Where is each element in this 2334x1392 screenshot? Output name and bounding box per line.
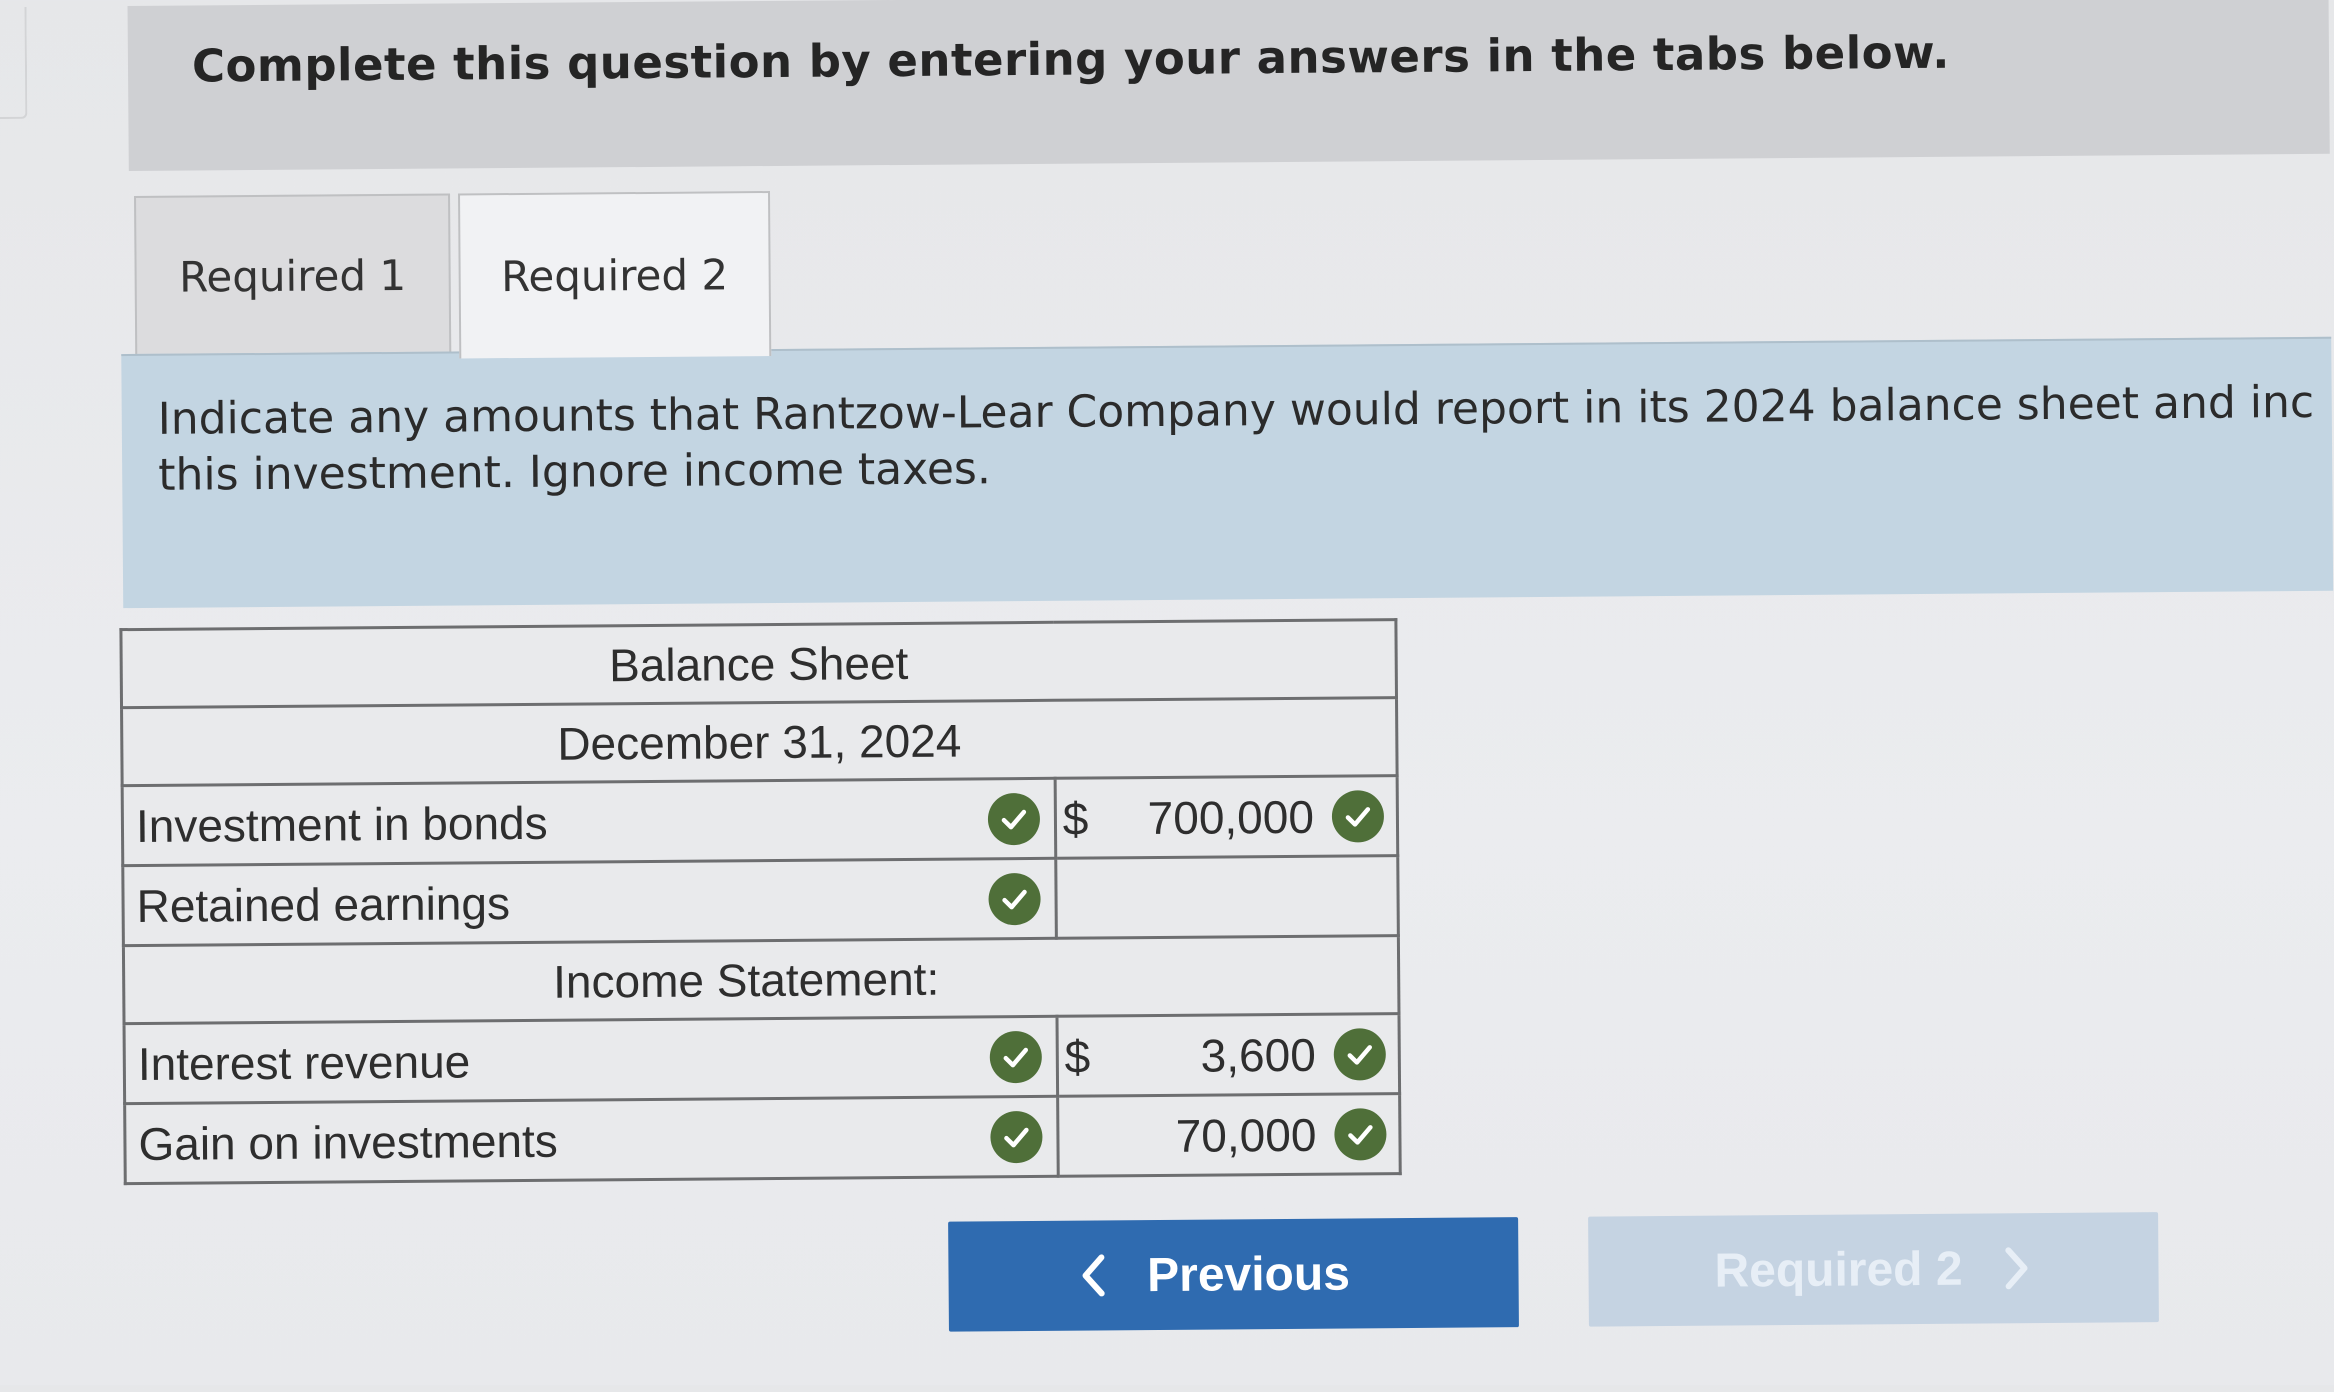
amount-input-interest-revenue[interactable]: $ 3,600: [1056, 1013, 1400, 1097]
instruction-bar: Complete this question by entering your …: [127, 0, 2330, 172]
previous-button[interactable]: Previous: [948, 1217, 1519, 1332]
amount-input-retained-earnings[interactable]: [1055, 855, 1399, 939]
check-correct-icon: [987, 792, 1040, 845]
tab-required-1[interactable]: Required 1: [134, 193, 452, 356]
chevron-right-icon: [2002, 1246, 2032, 1290]
amount-input-gain-on-investments[interactable]: 70,000: [1057, 1093, 1401, 1177]
previous-button-label: Previous: [1146, 1246, 1351, 1302]
page: Complete this question by entering your …: [0, 0, 2334, 1392]
table-row: Interest revenue $ 3,600: [124, 1013, 1400, 1104]
check-correct-icon: [989, 1030, 1042, 1083]
check-correct-icon: [1331, 789, 1385, 843]
check-correct-icon: [988, 872, 1041, 925]
next-button-label: Required 2: [1714, 1242, 1963, 1298]
financial-statement-table: Balance Sheet December 31, 2024 Investme…: [119, 618, 1402, 1186]
currency-symbol: $: [1064, 1030, 1091, 1083]
amount-value: 700,000: [1147, 790, 1315, 844]
account-select-investment-in-bonds[interactable]: Investment in bonds: [122, 778, 1056, 866]
tab-required-2-label: Required 2: [500, 250, 729, 302]
currency-symbol: $: [1062, 792, 1089, 845]
amount-input-investment-in-bonds[interactable]: $ 700,000: [1054, 775, 1398, 859]
check-correct-icon: [1334, 1107, 1387, 1161]
account-select-retained-earnings[interactable]: Retained earnings: [122, 858, 1057, 946]
chevron-left-icon: [1077, 1253, 1107, 1297]
row-label: Investment in bonds: [135, 796, 548, 852]
tab-required-2[interactable]: Required 2: [458, 191, 772, 359]
balance-sheet-title: Balance Sheet: [120, 619, 1397, 708]
row-label: Interest revenue: [137, 1034, 471, 1090]
question-prompt-text: Indicate any amounts that Rantzow-Lear C…: [158, 375, 2315, 504]
statement-date: December 31, 2024: [121, 697, 1398, 786]
income-statement-header: Income Statement:: [123, 935, 1399, 1024]
check-correct-icon: [1333, 1027, 1386, 1081]
table-row: Investment in bonds $ 700,000: [122, 775, 1398, 866]
check-correct-icon: [990, 1110, 1043, 1163]
table-row: Retained earnings: [122, 855, 1399, 946]
row-label: Retained earnings: [136, 876, 511, 932]
left-edge-decoration: [0, 6, 28, 120]
table-title-row: Balance Sheet: [120, 619, 1397, 708]
income-statement-header-row: Income Statement:: [123, 935, 1399, 1024]
account-select-interest-revenue[interactable]: Interest revenue: [124, 1016, 1058, 1104]
amount-value: 70,000: [1175, 1108, 1317, 1162]
question-prompt-panel: Indicate any amounts that Rantzow-Lear C…: [121, 336, 2334, 609]
amount-value: 3,600: [1200, 1028, 1316, 1082]
row-label: Gain on investments: [138, 1114, 558, 1170]
next-required-2-button[interactable]: Required 2: [1588, 1212, 2159, 1327]
table-row: Gain on investments 70,000: [124, 1093, 1401, 1184]
account-select-gain-on-investments[interactable]: Gain on investments: [124, 1096, 1059, 1184]
table-date-row: December 31, 2024: [121, 697, 1398, 786]
instruction-text: Complete this question by entering your …: [191, 25, 1951, 93]
tab-required-1-label: Required 1: [178, 250, 407, 302]
